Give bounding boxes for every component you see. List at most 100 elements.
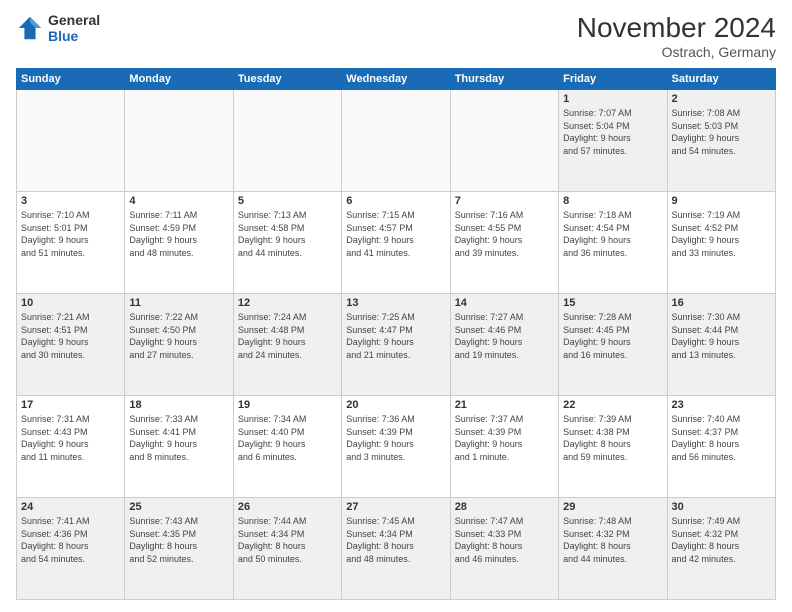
calendar-cell-w3-d2: 11 Sunrise: 7:22 AM Sunset: 4:50 PM Dayli… — [125, 294, 233, 396]
week-row-3: 10 Sunrise: 7:21 AM Sunset: 4:51 PM Dayli… — [17, 294, 776, 396]
calendar-cell-w1-d1 — [17, 90, 125, 192]
day-number: 10 — [21, 297, 120, 309]
day-info: Sunrise: 7:40 AM Sunset: 4:37 PM Dayligh… — [672, 413, 771, 463]
day-number: 23 — [672, 399, 771, 411]
day-number: 9 — [672, 195, 771, 207]
day-number: 5 — [238, 195, 337, 207]
calendar-cell-w2-d2: 4Sunrise: 7:11 AM Sunset: 4:59 PM Daylig… — [125, 192, 233, 294]
calendar-cell-w4-d7: 23 Sunrise: 7:40 AM Sunset: 4:37 PM Dayli… — [667, 396, 775, 498]
calendar-cell-w2-d4: 6Sunrise: 7:15 AM Sunset: 4:57 PM Daylig… — [342, 192, 450, 294]
col-monday: Monday — [125, 69, 233, 90]
day-number: 19 — [238, 399, 337, 411]
calendar-cell-w3-d5: 14 Sunrise: 7:27 AM Sunset: 4:46 PM Dayli… — [450, 294, 558, 396]
day-number: 17 — [21, 399, 120, 411]
day-info: Sunrise: 7:31 AM Sunset: 4:43 PM Dayligh… — [21, 413, 120, 463]
calendar-cell-w3-d6: 15 Sunrise: 7:28 AM Sunset: 4:45 PM Dayli… — [559, 294, 667, 396]
calendar-cell-w5-d2: 25Sunrise: 7:43 AM Sunset: 4:35 PM Dayli… — [125, 498, 233, 600]
day-info: Sunrise: 7:19 AM Sunset: 4:52 PM Dayligh… — [672, 209, 771, 259]
day-number: 29 — [563, 501, 662, 513]
week-row-1: 1 Sunrise: 7:07 AM Sunset: 5:04 PM Daylig… — [17, 90, 776, 192]
day-number: 8 — [563, 195, 662, 207]
day-number: 2 — [672, 93, 771, 105]
calendar-cell-w2-d3: 5 Sunrise: 7:13 AM Sunset: 4:58 PM Daylig… — [233, 192, 341, 294]
calendar-cell-w1-d3 — [233, 90, 341, 192]
day-number: 28 — [455, 501, 554, 513]
calendar-cell-w4-d1: 17 Sunrise: 7:31 AM Sunset: 4:43 PM Dayli… — [17, 396, 125, 498]
logo-icon — [16, 14, 44, 42]
day-info: Sunrise: 7:27 AM Sunset: 4:46 PM Dayligh… — [455, 311, 554, 361]
day-info: Sunrise: 7:25 AM Sunset: 4:47 PM Dayligh… — [346, 311, 445, 361]
day-info: Sunrise: 7:49 AM Sunset: 4:32 PM Dayligh… — [672, 515, 771, 565]
col-friday: Friday — [559, 69, 667, 90]
day-info: Sunrise: 7:37 AM Sunset: 4:39 PM Dayligh… — [455, 413, 554, 463]
day-info: Sunrise: 7:07 AM Sunset: 5:04 PM Dayligh… — [563, 107, 662, 157]
day-info: Sunrise: 7:45 AM Sunset: 4:34 PM Dayligh… — [346, 515, 445, 565]
day-info: Sunrise: 7:24 AM Sunset: 4:48 PM Dayligh… — [238, 311, 337, 361]
day-number: 20 — [346, 399, 445, 411]
day-info: Sunrise: 7:33 AM Sunset: 4:41 PM Dayligh… — [129, 413, 228, 463]
calendar-cell-w4-d6: 22Sunrise: 7:39 AM Sunset: 4:38 PM Dayli… — [559, 396, 667, 498]
day-info: Sunrise: 7:16 AM Sunset: 4:55 PM Dayligh… — [455, 209, 554, 259]
calendar-cell-w4-d4: 20 Sunrise: 7:36 AM Sunset: 4:39 PM Dayli… — [342, 396, 450, 498]
calendar-cell-w4-d2: 18 Sunrise: 7:33 AM Sunset: 4:41 PM Dayli… — [125, 396, 233, 498]
day-number: 22 — [563, 399, 662, 411]
calendar-cell-w2-d1: 3 Sunrise: 7:10 AM Sunset: 5:01 PM Daylig… — [17, 192, 125, 294]
day-number: 6 — [346, 195, 445, 207]
month-title: November 2024 — [577, 12, 776, 44]
calendar-cell-w1-d2 — [125, 90, 233, 192]
calendar-cell-w5-d7: 30Sunrise: 7:49 AM Sunset: 4:32 PM Dayli… — [667, 498, 775, 600]
header: General Blue November 2024 Ostrach, Germ… — [16, 12, 776, 60]
calendar-cell-w5-d3: 26 Sunrise: 7:44 AM Sunset: 4:34 PM Dayli… — [233, 498, 341, 600]
col-wednesday: Wednesday — [342, 69, 450, 90]
calendar-cell-w2-d5: 7 Sunrise: 7:16 AM Sunset: 4:55 PM Daylig… — [450, 192, 558, 294]
calendar-cell-w4-d3: 19Sunrise: 7:34 AM Sunset: 4:40 PM Dayli… — [233, 396, 341, 498]
calendar-cell-w3-d4: 13Sunrise: 7:25 AM Sunset: 4:47 PM Dayli… — [342, 294, 450, 396]
calendar-cell-w5-d6: 29 Sunrise: 7:48 AM Sunset: 4:32 PM Dayli… — [559, 498, 667, 600]
day-info: Sunrise: 7:21 AM Sunset: 4:51 PM Dayligh… — [21, 311, 120, 361]
day-info: Sunrise: 7:44 AM Sunset: 4:34 PM Dayligh… — [238, 515, 337, 565]
calendar-cell-w5-d5: 28 Sunrise: 7:47 AM Sunset: 4:33 PM Dayli… — [450, 498, 558, 600]
week-row-2: 3 Sunrise: 7:10 AM Sunset: 5:01 PM Daylig… — [17, 192, 776, 294]
calendar-cell-w1-d4 — [342, 90, 450, 192]
calendar-cell-w1-d7: 2 Sunrise: 7:08 AM Sunset: 5:03 PM Daylig… — [667, 90, 775, 192]
day-number: 21 — [455, 399, 554, 411]
day-info: Sunrise: 7:10 AM Sunset: 5:01 PM Dayligh… — [21, 209, 120, 259]
day-info: Sunrise: 7:13 AM Sunset: 4:58 PM Dayligh… — [238, 209, 337, 259]
day-info: Sunrise: 7:22 AM Sunset: 4:50 PM Dayligh… — [129, 311, 228, 361]
day-number: 26 — [238, 501, 337, 513]
col-saturday: Saturday — [667, 69, 775, 90]
day-info: Sunrise: 7:48 AM Sunset: 4:32 PM Dayligh… — [563, 515, 662, 565]
day-info: Sunrise: 7:11 AM Sunset: 4:59 PM Dayligh… — [129, 209, 228, 259]
calendar-cell-w3-d3: 12 Sunrise: 7:24 AM Sunset: 4:48 PM Dayli… — [233, 294, 341, 396]
day-number: 12 — [238, 297, 337, 309]
logo-text: General Blue — [48, 12, 100, 44]
day-number: 11 — [129, 297, 228, 309]
calendar-cell-w2-d6: 8Sunrise: 7:18 AM Sunset: 4:54 PM Daylig… — [559, 192, 667, 294]
day-number: 15 — [563, 297, 662, 309]
day-number: 14 — [455, 297, 554, 309]
day-number: 7 — [455, 195, 554, 207]
calendar-cell-w3-d1: 10 Sunrise: 7:21 AM Sunset: 4:51 PM Dayli… — [17, 294, 125, 396]
calendar-cell-w5-d4: 27 Sunrise: 7:45 AM Sunset: 4:34 PM Dayli… — [342, 498, 450, 600]
calendar-cell-w5-d1: 24 Sunrise: 7:41 AM Sunset: 4:36 PM Dayli… — [17, 498, 125, 600]
calendar-header-row: Sunday Monday Tuesday Wednesday Thursday… — [17, 69, 776, 90]
col-sunday: Sunday — [17, 69, 125, 90]
day-info: Sunrise: 7:28 AM Sunset: 4:45 PM Dayligh… — [563, 311, 662, 361]
day-info: Sunrise: 7:30 AM Sunset: 4:44 PM Dayligh… — [672, 311, 771, 361]
day-number: 27 — [346, 501, 445, 513]
col-thursday: Thursday — [450, 69, 558, 90]
day-number: 24 — [21, 501, 120, 513]
col-tuesday: Tuesday — [233, 69, 341, 90]
calendar-cell-w2-d7: 9 Sunrise: 7:19 AM Sunset: 4:52 PM Daylig… — [667, 192, 775, 294]
day-info: Sunrise: 7:08 AM Sunset: 5:03 PM Dayligh… — [672, 107, 771, 157]
logo: General Blue — [16, 12, 100, 44]
title-block: November 2024 Ostrach, Germany — [577, 12, 776, 60]
day-number: 1 — [563, 93, 662, 105]
day-number: 18 — [129, 399, 228, 411]
day-info: Sunrise: 7:47 AM Sunset: 4:33 PM Dayligh… — [455, 515, 554, 565]
day-info: Sunrise: 7:41 AM Sunset: 4:36 PM Dayligh… — [21, 515, 120, 565]
day-info: Sunrise: 7:36 AM Sunset: 4:39 PM Dayligh… — [346, 413, 445, 463]
day-number: 25 — [129, 501, 228, 513]
day-number: 3 — [21, 195, 120, 207]
location: Ostrach, Germany — [577, 44, 776, 60]
